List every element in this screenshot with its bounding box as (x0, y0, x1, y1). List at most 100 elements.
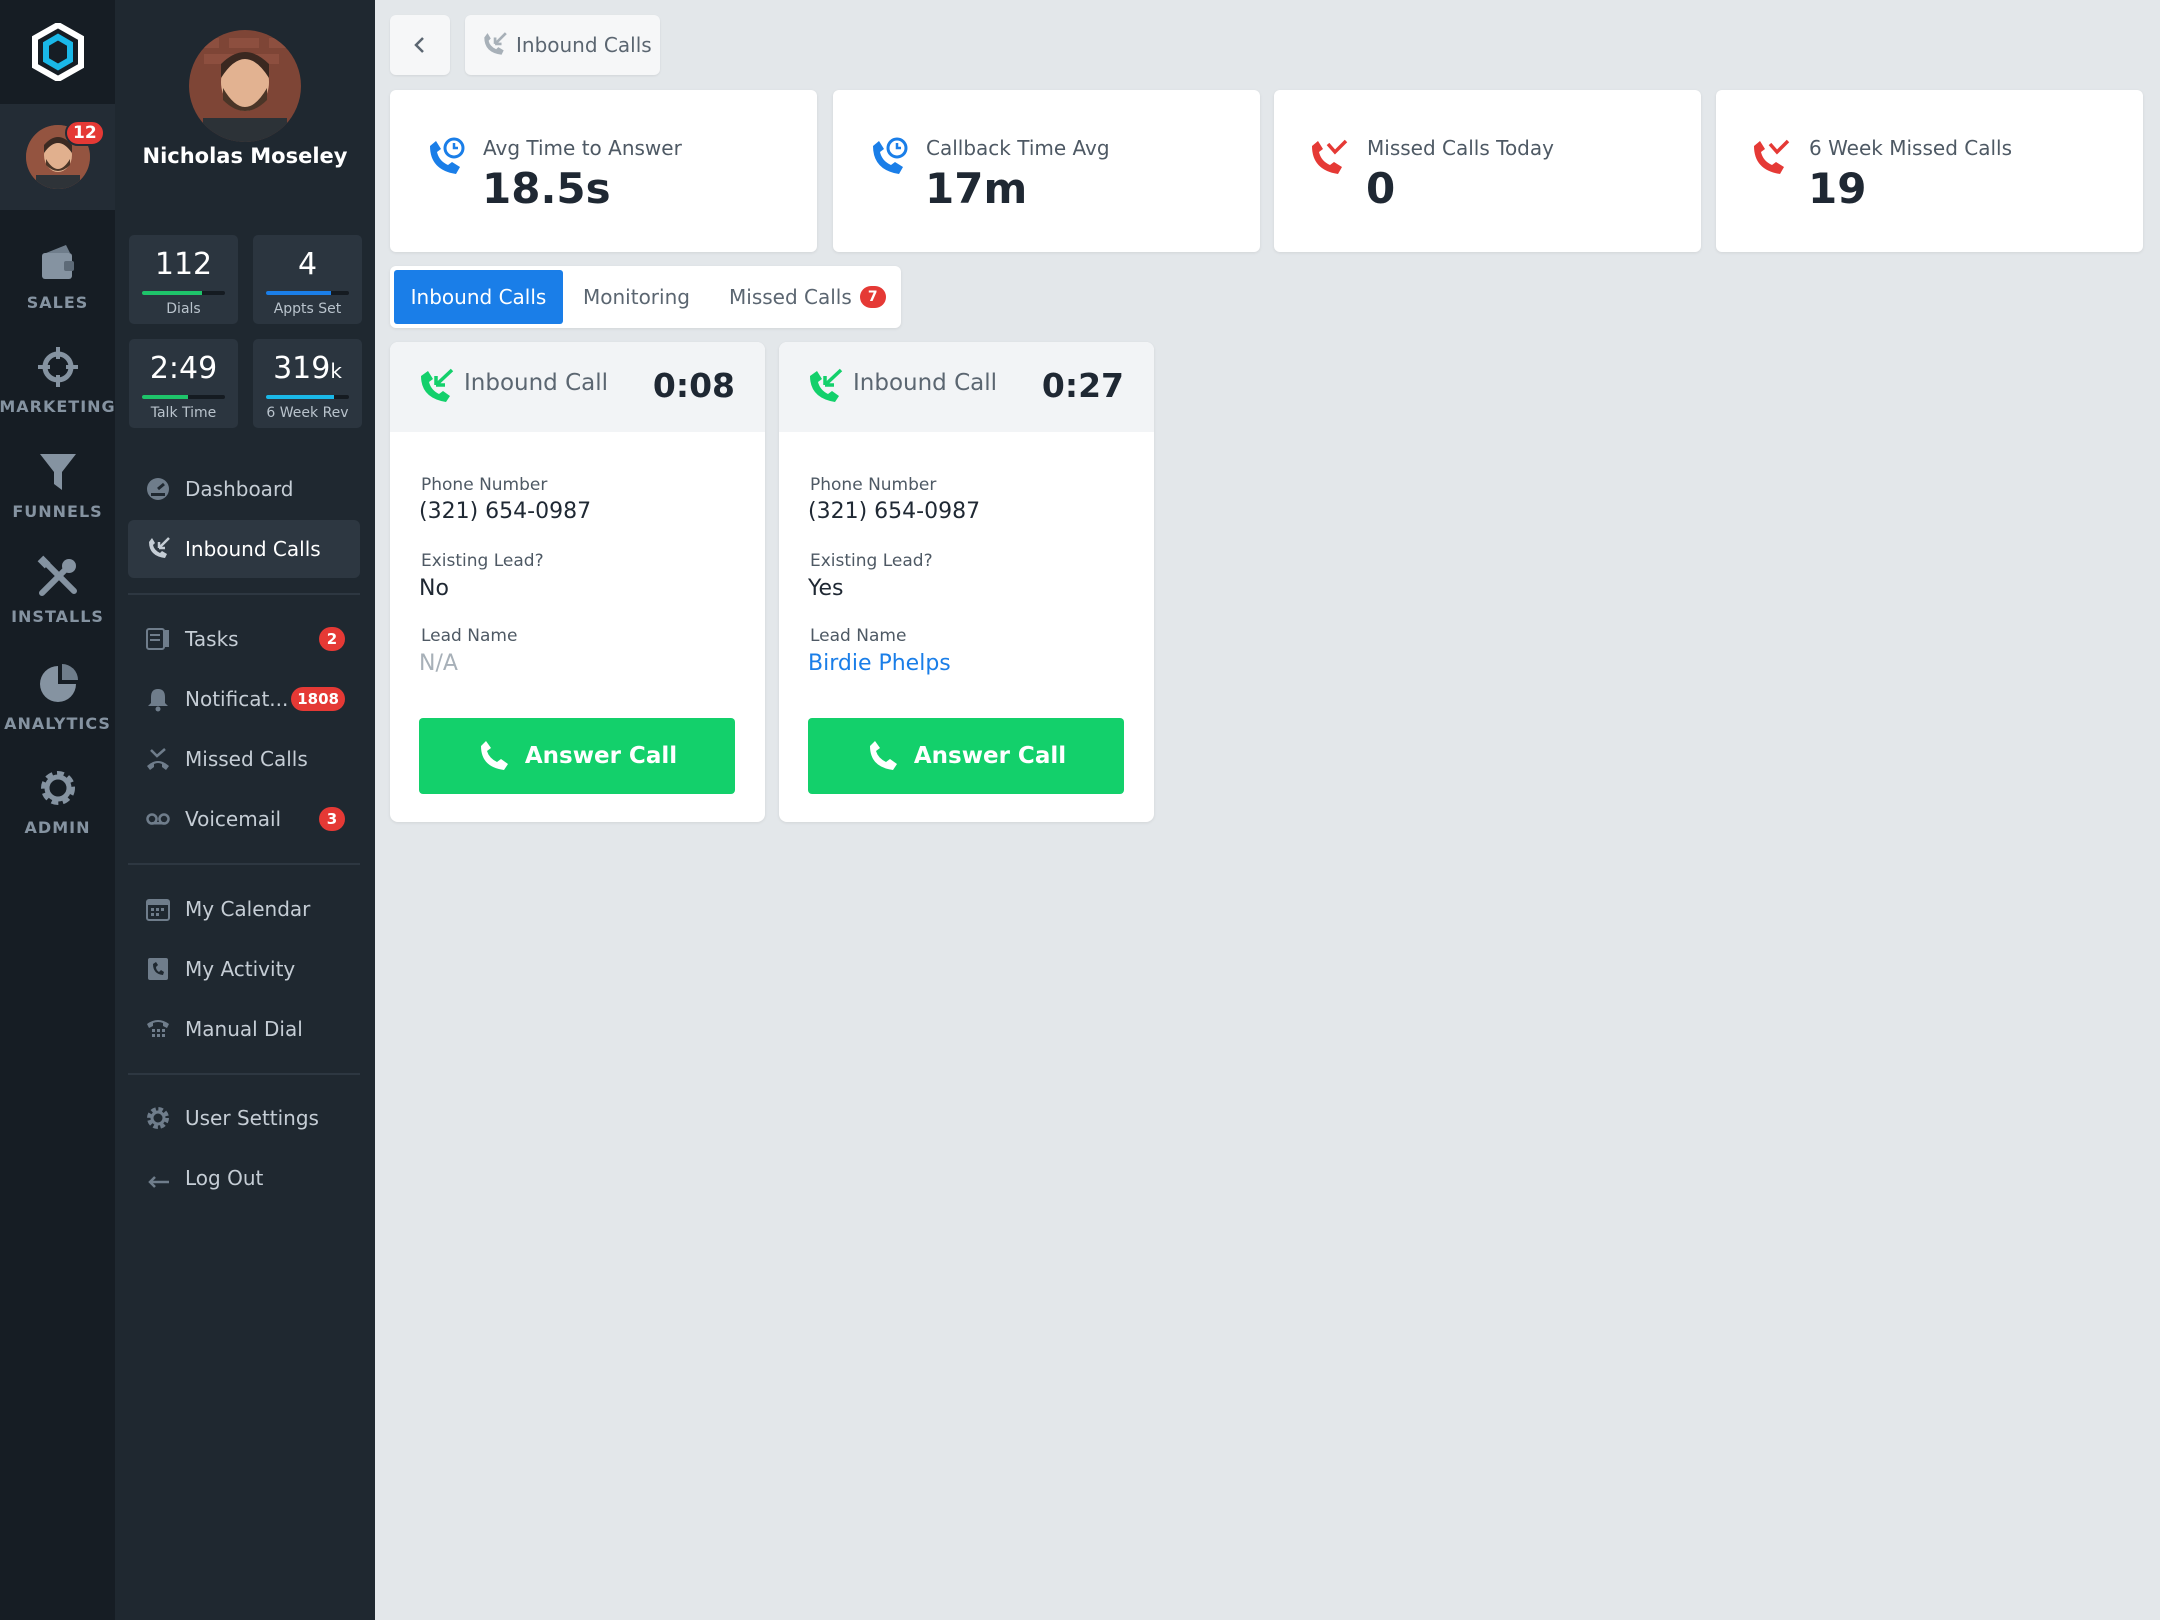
icon-rail: 12 SALES MARKETING FUNNELS INSTALLS ANAL… (0, 0, 115, 1620)
lead-name-value: N/A (419, 651, 458, 676)
tab-inbound-calls[interactable]: Inbound Calls (394, 270, 563, 324)
existing-lead-label: Existing Lead? (810, 551, 933, 571)
tab-monitoring[interactable]: Monitoring (583, 270, 690, 324)
nav-label: My Activity (185, 957, 296, 981)
tab-missed-calls[interactable]: Missed Calls 7 (729, 270, 886, 324)
breadcrumb-label: Inbound Calls (516, 33, 652, 57)
nav-missed-calls[interactable]: Missed Calls (128, 730, 360, 788)
nav-label: My Calendar (185, 897, 311, 921)
nav-label: Manual Dial (185, 1017, 303, 1041)
stat-label: 6 Week Rev (266, 405, 349, 421)
breadcrumb[interactable]: Inbound Calls (465, 15, 660, 75)
nav-label: Missed Calls (185, 747, 308, 771)
kpi-label: Avg Time to Answer (483, 136, 682, 160)
phone-clock-icon (430, 137, 465, 174)
kpi-label: 6 Week Missed Calls (1809, 136, 2012, 160)
back-button[interactable] (390, 15, 450, 75)
incoming-call-icon (421, 368, 454, 402)
tab-label: Missed Calls (729, 285, 852, 309)
nav-user-settings[interactable]: User Settings (128, 1089, 360, 1147)
stat-progress (142, 395, 225, 399)
missed-call-icon (1754, 139, 1790, 174)
nav-my-calendar[interactable]: My Calendar (128, 880, 360, 938)
nav-log-out[interactable]: Log Out (128, 1149, 360, 1207)
missed-call-icon (1312, 139, 1348, 174)
stat-label: Appts Set (273, 301, 342, 317)
nav-voicemail[interactable]: Voicemail 3 (128, 790, 360, 848)
lead-name-label: Lead Name (421, 626, 518, 646)
answer-call-button[interactable]: Answer Call (808, 718, 1124, 794)
stat-talk-time: 2:49 Talk Time (129, 339, 238, 428)
rail-item-installs[interactable]: INSTALLS (0, 540, 115, 640)
call-tabs: Inbound Calls Monitoring Missed Calls 7 (390, 266, 901, 328)
nav-tasks[interactable]: Tasks 2 (128, 610, 360, 668)
kpi-label: Callback Time Avg (926, 136, 1110, 160)
phone-clock-icon (873, 137, 908, 174)
rail-item-marketing[interactable]: MARKETING (0, 330, 115, 430)
bell-icon (143, 684, 173, 714)
stat-value: 2:49 (149, 351, 218, 386)
tasks-icon (143, 624, 173, 654)
rail-item-admin[interactable]: ADMIN (0, 751, 115, 851)
kpi-value: 17m (925, 164, 1028, 213)
nav-label: Inbound Calls (185, 537, 321, 561)
kpi-value: 18.5s (482, 164, 611, 213)
phone-number-label: Phone Number (810, 475, 937, 495)
nav-my-activity[interactable]: My Activity (128, 940, 360, 998)
stat-progress (142, 291, 225, 295)
activity-icon (143, 954, 173, 984)
stat-appts-set: 4 Appts Set (253, 235, 362, 324)
button-label: Answer Call (913, 743, 1067, 769)
rail-user-avatar[interactable] (0, 104, 115, 210)
card-header: Inbound Call 0:27 (779, 342, 1154, 432)
calendar-icon (143, 894, 173, 924)
app-logo[interactable] (0, 0, 115, 104)
notifications-badge: 1808 (291, 687, 345, 711)
lead-name-link[interactable]: Birdie Phelps (808, 651, 951, 676)
kpi-label: Missed Calls Today (1367, 136, 1554, 160)
rail-item-analytics[interactable]: ANALYTICS (0, 647, 115, 747)
rail-label: MARKETING (0, 396, 116, 416)
kpi-callback-time-avg: Callback Time Avg 17m (833, 90, 1260, 252)
rail-item-sales[interactable]: SALES (0, 226, 115, 326)
rail-label: INSTALLS (11, 606, 104, 626)
rail-item-funnels[interactable]: FUNNELS (0, 435, 115, 535)
inbound-call-card: Inbound Call 0:27 Phone Number (321) 654… (779, 342, 1154, 822)
divider (128, 1073, 360, 1075)
stat-six-week-rev: 319k 6 Week Rev (253, 339, 362, 428)
voicemail-badge: 3 (319, 807, 345, 831)
nav-manual-dial[interactable]: Manual Dial (128, 1000, 360, 1058)
incoming-call-icon (143, 534, 173, 564)
call-timer: 0:27 (1041, 366, 1124, 405)
existing-lead-value: Yes (808, 576, 844, 601)
nav-notifications[interactable]: Notificat... 1808 (128, 670, 360, 728)
phone-number-value: (321) 654-0987 (419, 499, 592, 524)
stat-label: Talk Time (150, 405, 217, 421)
nav-label: Dashboard (185, 477, 294, 501)
sidebar: Nicholas Moseley 112 Dials 4 Appts Set 2… (115, 0, 375, 1620)
pie-chart-icon (39, 663, 78, 702)
nav-dashboard[interactable]: Dashboard (128, 460, 360, 518)
hexagon-logo-icon (31, 23, 84, 81)
stat-value: 112 (154, 247, 213, 282)
nav-label: Voicemail (185, 807, 282, 831)
profile-photo[interactable] (189, 30, 301, 142)
stat-value: 319k (273, 351, 342, 386)
stat-dials: 112 Dials (129, 235, 238, 324)
rail-label: SALES (26, 292, 89, 312)
existing-lead-value: No (419, 576, 449, 601)
call-timer: 0:08 (652, 366, 735, 405)
nav-label: Tasks (185, 627, 239, 651)
answer-call-button[interactable]: Answer Call (419, 718, 735, 794)
speedometer-icon (143, 474, 173, 504)
existing-lead-label: Existing Lead? (421, 551, 544, 571)
rail-label: ADMIN (24, 817, 91, 837)
kpi-value: 19 (1808, 164, 1867, 213)
tasks-badge: 2 (319, 627, 345, 651)
stat-progress (266, 395, 349, 399)
nav-inbound-calls[interactable]: Inbound Calls (128, 520, 360, 578)
card-header: Inbound Call 0:08 (390, 342, 765, 432)
profile-name: Nicholas Moseley (142, 144, 348, 168)
missed-calls-badge: 7 (859, 286, 886, 308)
kpi-avg-time-to-answer: Avg Time to Answer 18.5s (390, 90, 817, 252)
